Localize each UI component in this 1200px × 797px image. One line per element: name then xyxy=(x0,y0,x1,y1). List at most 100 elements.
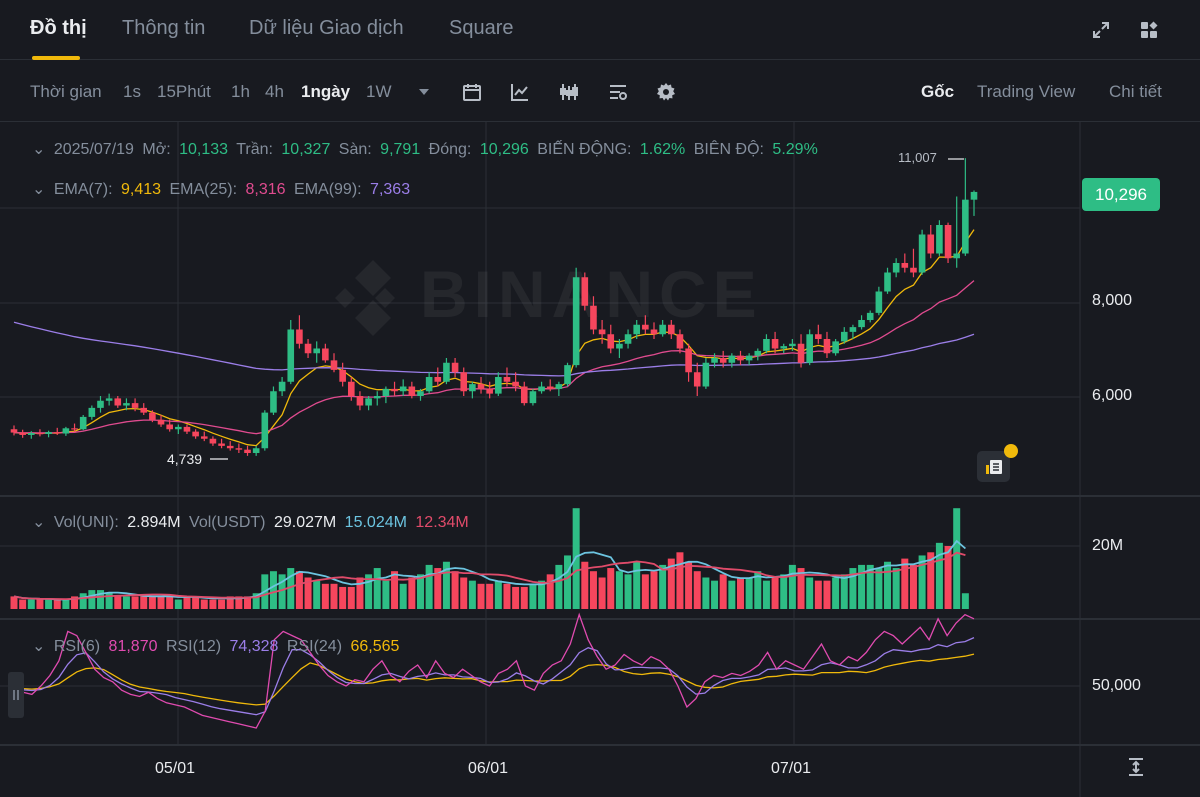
calendar-icon[interactable] xyxy=(460,80,484,104)
candle-body xyxy=(555,384,563,389)
layout-grid-icon[interactable] xyxy=(1137,18,1161,42)
interval-15m[interactable]: 15Phút xyxy=(157,82,211,102)
interval-1w[interactable]: 1W xyxy=(366,82,392,102)
tab-square[interactable]: Square xyxy=(449,17,514,40)
candle-body xyxy=(443,362,450,382)
volume-bar xyxy=(148,596,156,609)
volume-collapse-chevron-icon[interactable]: ⌄ xyxy=(32,514,45,531)
view-tradingview[interactable]: Trading View xyxy=(977,82,1075,102)
candle-body xyxy=(840,331,848,342)
side-panel-handle-icon[interactable] xyxy=(8,672,24,718)
view-depth[interactable]: Chi tiết xyxy=(1109,82,1162,102)
ema-collapse-chevron-icon[interactable]: ⌄ xyxy=(32,181,45,198)
indicator-icon[interactable] xyxy=(508,80,532,104)
volume-bar xyxy=(53,599,61,609)
candle-body xyxy=(944,225,952,259)
candle-body xyxy=(261,412,269,449)
vol-usdt-value: 29.027M xyxy=(273,514,337,531)
candle-body xyxy=(970,191,978,200)
candle-body xyxy=(546,386,554,389)
interval-1d[interactable]: 1ngày xyxy=(301,82,350,102)
candle-type-icon[interactable] xyxy=(557,80,581,104)
volume-bar xyxy=(399,583,407,609)
rsi-lines xyxy=(13,612,975,729)
fit-vertical-icon[interactable] xyxy=(1124,755,1148,779)
tab-info[interactable]: Thông tin xyxy=(122,17,205,40)
candle-body xyxy=(209,438,217,444)
volume-bar xyxy=(529,583,537,609)
candle-body xyxy=(373,396,381,399)
view-original[interactable]: Gốc xyxy=(921,82,954,102)
tab-chart[interactable]: Đồ thị xyxy=(30,17,87,40)
volume-bar xyxy=(564,555,572,609)
candle-body xyxy=(529,391,537,404)
candle-body xyxy=(711,358,718,363)
candle-body xyxy=(313,348,321,354)
volume-bar xyxy=(313,580,321,609)
vol-uni-value: 2.894M xyxy=(127,514,181,531)
time-label: Thời gian xyxy=(30,82,102,101)
volume-bar xyxy=(269,571,277,609)
volume-bar xyxy=(650,571,658,609)
interval-dropdown-icon[interactable] xyxy=(412,80,436,104)
candle-body xyxy=(105,398,113,401)
interval-4h[interactable]: 4h xyxy=(265,82,284,102)
settings-gear-icon[interactable] xyxy=(654,80,678,104)
candle-body xyxy=(797,343,805,363)
low-value: 9,791 xyxy=(380,141,421,158)
collapse-chevron-icon[interactable]: ⌄ xyxy=(32,141,45,158)
drawing-tools-icon[interactable] xyxy=(606,80,630,104)
volume-bar xyxy=(771,577,779,609)
volume-bar xyxy=(659,564,667,609)
rsi24-value: 66,565 xyxy=(350,638,400,655)
expand-icon[interactable] xyxy=(1089,18,1113,42)
volume-bar xyxy=(953,508,961,609)
candle-body xyxy=(19,432,26,435)
volume-bar xyxy=(762,580,770,609)
volume-bar xyxy=(875,568,883,609)
interval-1s[interactable]: 1s xyxy=(123,82,141,102)
candle-body xyxy=(607,334,615,349)
volume-bar xyxy=(468,580,476,609)
low-label: Sàn: xyxy=(338,141,372,158)
volume-bar xyxy=(330,583,338,609)
volume-bar xyxy=(19,599,27,609)
volume-bar xyxy=(814,580,822,609)
volume-bar xyxy=(131,596,139,609)
candle-body xyxy=(823,339,831,354)
candle-body xyxy=(252,448,260,453)
volume-bar xyxy=(711,580,719,609)
volume-bar xyxy=(140,596,148,609)
volume-bar xyxy=(745,577,753,609)
volume-bar xyxy=(909,564,917,609)
candle-body xyxy=(278,381,286,392)
volume-bar xyxy=(10,596,18,609)
volume-bar xyxy=(719,574,727,609)
volume-bar xyxy=(607,568,615,609)
ema7-value: 9,413 xyxy=(120,181,162,198)
candle-body xyxy=(218,443,225,446)
candle-body xyxy=(659,324,666,335)
candle-body xyxy=(71,428,78,430)
candle-body xyxy=(399,386,407,392)
candle-body xyxy=(858,320,865,328)
volume-bar xyxy=(122,596,130,609)
interval-1h[interactable]: 1h xyxy=(231,82,250,102)
volume-bar xyxy=(477,583,485,609)
volume-bar xyxy=(944,546,952,609)
rsi-info-line: ⌄ RSI(6) 81,870 RSI(12) 74,328 RSI(24) 6… xyxy=(32,636,403,656)
candle-body xyxy=(469,384,476,392)
volume-bar xyxy=(736,577,744,609)
rsi-axis-50000: 50,000 xyxy=(1092,677,1141,694)
volume-bar xyxy=(512,586,520,609)
volume-bar xyxy=(295,571,303,609)
tab-trading-data[interactable]: Dữ liệu Giao dịch xyxy=(249,17,404,40)
candle-body xyxy=(953,253,961,259)
candle-body xyxy=(642,324,649,330)
volume-bar xyxy=(806,577,814,609)
volume-bar xyxy=(460,577,468,609)
candle-body xyxy=(572,277,580,366)
rsi-collapse-chevron-icon[interactable]: ⌄ xyxy=(32,638,45,655)
candle-body xyxy=(901,263,909,268)
rsi12-label: RSI(12) xyxy=(165,638,222,655)
